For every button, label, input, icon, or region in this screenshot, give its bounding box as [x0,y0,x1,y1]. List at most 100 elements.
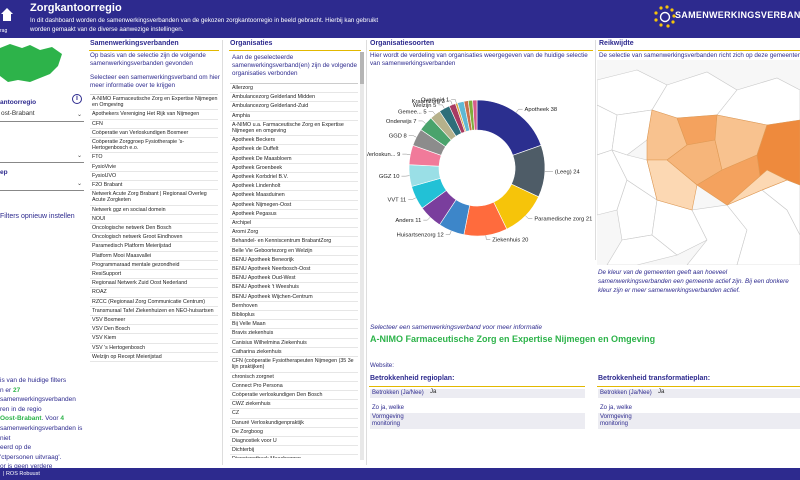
org-list-item[interactable]: Archipel [230,219,358,229]
org-list-item[interactable]: Allerzorg [230,83,358,94]
sv-list-item[interactable]: Netwerk ggz en sociaal domein [90,206,218,215]
sv-list-item[interactable]: Apothekers Vereniging Het Rijk van Nijme… [90,110,218,120]
sv-list-item[interactable]: Oncologische netwerk Den Bosch [90,224,218,234]
sv-list-item[interactable]: Transmuraal Tafel Ziekenhuizen en NEO-hu… [90,307,218,317]
sv-list-item[interactable]: FTO [90,153,218,163]
info-icon[interactable]: i [72,94,82,104]
donut-slice-label: Huisartsenzorg 12 [397,233,444,239]
org-list-item[interactable]: Connect Pro Persona [230,382,358,391]
info-row: Betrokken (Ja/Nee) Ja [598,389,800,398]
org-list-item[interactable]: A-NIMO u.a. Farmaceutische Zorg en Exper… [230,121,358,137]
organisation-type-donut-chart: Apotheek 38 (Leeg) 24 Paramedische zorg 21… [367,97,592,243]
org-list-item[interactable]: De Zorgboog [230,428,358,437]
org-list-item[interactable]: chronisch zorgnet [230,373,358,382]
sv-list-item[interactable]: Coöperatie Zorggroep Fysiotherapie 's-He… [90,138,218,154]
sv-list-item[interactable]: Netwerk Acute Zorg Brabant | Regionaal O… [90,190,218,206]
org-list-item[interactable]: Coöperatie verloskundigen Den Bosch [230,391,358,401]
org-list-item[interactable]: Ambulancezorg Gelderland-Zuid [230,102,358,112]
org-list-item[interactable]: BENU Apotheek Neerbosch-Oost [230,265,358,275]
sv-list-item[interactable]: RZCC (Regionaal Zorg Communicatie Centru… [90,298,218,307]
org-list-item[interactable]: Apotheek Beckers [230,136,358,146]
sv-list-item[interactable]: F2O Brabant [90,181,218,191]
donut-slice-label: GGD 8 [389,133,407,139]
org-list-item[interactable]: Apotheek de Duffelt [230,145,358,155]
org-list-item[interactable]: Belle Vie Geboortezorg en Welzijn [230,247,358,256]
leader-line [445,230,452,235]
org-list-item[interactable]: Diagnostiek voor U [230,437,358,447]
org-list-item[interactable]: Behandel- en Kenniscentrum BrabantZorg [230,237,358,247]
sv-list-item[interactable]: Paramedisch Platform Meierijstad [90,242,218,252]
footer-bar: | ROS Robuust [0,468,800,480]
org-list-item[interactable]: Catharina ziekenhuis [230,348,358,358]
org-list-item[interactable]: Apotheek Pegasus [230,210,358,220]
sv-list-item[interactable]: ROAZ [90,288,218,298]
org-list-item[interactable]: Aromi Zorg [230,228,358,238]
leader-line [408,135,417,138]
info-row: Vormgeving monitoring [598,413,800,429]
summary-text: is van de huidige filters n er 27 samenwer… [0,376,84,480]
sv-list-item[interactable]: NOUI [90,215,218,225]
type-dropdown[interactable]: ⌄ [0,179,84,191]
sv-subtitle: Op basis van de selectie zijn de volgend… [90,52,206,67]
sv-list-item[interactable]: Oncologisch netwerk Groot Eindhoven [90,233,218,243]
summary-line: samenwerkingsverbanden [0,396,76,404]
org-list-item[interactable]: CWZ ziekenhuis [230,400,358,410]
org-list-item[interactable]: Bernhoven [230,302,358,312]
sv-list-item[interactable]: FysioUVO [90,172,218,182]
sv-list-item[interactable]: Platform Mooi Maasvallei [90,252,218,261]
org-list-item[interactable]: Apotheek Groenbeek [230,164,358,174]
org-list-item[interactable]: BENU Apotheek 't Weeshuis [230,283,358,293]
region-label: antoorregio [0,99,37,106]
transformatieplan-underline [597,386,800,387]
org-list-item[interactable]: Bravis ziekenhuis [230,329,358,339]
region-dropdown[interactable]: ost-Brabant ⌄ [0,110,84,122]
sv-list-item[interactable]: VSV 's Hertogenbosch [90,344,218,353]
org-list-item[interactable]: CFN (coöperatie Fysiotherapeuten Nijmege… [230,357,358,373]
org-title-underline [229,50,361,51]
org-list-item[interactable]: BENU Apotheek Beneorijk [230,256,358,266]
org-list-item[interactable]: Biblioplus [230,311,358,321]
org-list-item[interactable]: Bij Velle Maan [230,320,358,330]
sv-list-item[interactable]: Coöperatie van Verloskundigen Boxmeer [90,129,218,139]
donut-slice-label: Ziekenhuis 20 [492,237,528,243]
scrollbar-thumb[interactable] [360,52,364,84]
sv-list-item[interactable]: FysioVivie [90,163,218,172]
sv-list-item[interactable]: Welzijn op Recept Meierijstad [90,353,218,363]
org-list-item[interactable]: Ambulancezorg Gelderland Midden [230,93,358,103]
donut-slice-label: Gemee... 5 [398,109,427,115]
sv-list-item[interactable]: CFN [90,120,218,129]
org-list-item[interactable]: Danuré Verloskundigenpraktijk [230,419,358,428]
sv-list-item[interactable]: ResiSupport [90,270,218,280]
org-list-item[interactable]: BENU Apotheek Oud-West [230,274,358,284]
reset-filters-button[interactable]: Filters opnieuw instellen [0,213,75,220]
sv-list-item[interactable]: Programmaraad mentale gezondheid [90,261,218,271]
sv-list-item[interactable]: VSV Kiem [90,334,218,344]
leader-line [438,104,445,109]
sv-list-item[interactable]: VSV Boxmeer [90,316,218,326]
page-title: Zorgkantoorregio [30,2,122,14]
org-list-item[interactable]: Canisius Wilhelmina Ziekenhuis [230,339,358,348]
org-list-item[interactable]: Apotheek De Maasbloem [230,155,358,164]
soorten-title: Organisatiesoorten [370,40,435,47]
org-list-item[interactable]: CZ [230,409,358,419]
sv-list-item[interactable]: VSV Den Bosch [90,325,218,335]
sv-list-item[interactable]: A-NIMO Farmaceutische Zorg en Expertise … [90,94,218,111]
org-list-item[interactable]: Apotheek Nijmegen-Oost [230,201,358,210]
home-icon[interactable] [0,6,14,28]
org-list-item[interactable]: Amphia [230,112,358,121]
org-list-item[interactable]: BENU Apotheek Wijchen-Centrum [230,293,358,302]
info-row-key: Vormgeving monitoring [600,414,632,427]
secondary-dropdown[interactable]: ⌄ [0,151,84,163]
org-list-item[interactable]: Apotheek Korbdriel B.V. [230,173,358,183]
org-list-item[interactable]: Apotheek Maasduinen [230,191,358,201]
org-scrollbar[interactable] [360,52,364,460]
leader-line [428,111,436,115]
sv-title-underline [89,50,219,51]
leader-line [525,215,533,219]
org-list-item[interactable]: Apotheek Lindenholt [230,182,358,192]
org-list-item[interactable]: Dienstapotheek Maasheggen [230,455,358,458]
chevron-down-icon: ⌄ [76,181,82,187]
org-list-item[interactable]: Dichterbij [230,446,358,456]
sv-list-item[interactable]: Regionaal Netwerk Zuid Oost Nederland [90,279,218,289]
municipality-map[interactable] [596,60,800,266]
